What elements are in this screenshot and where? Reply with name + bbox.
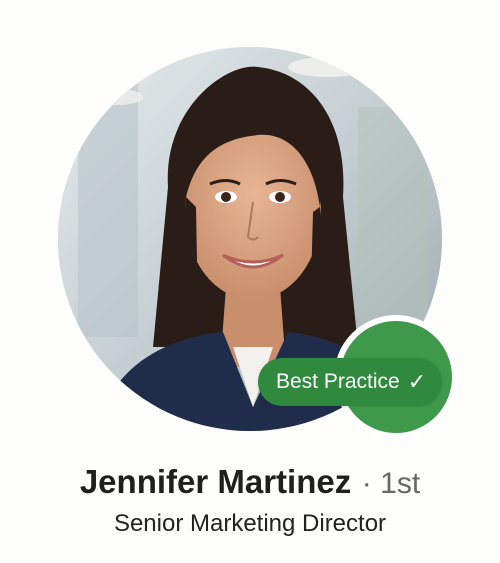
avatar-container: Best Practice ✓: [58, 47, 458, 439]
separator-dot: ·: [361, 467, 372, 500]
profile-headline: Senior Marketing Director: [113, 510, 387, 537]
profile-card: Best Practice ✓ Jennifer Martinez · 1st …: [0, 0, 500, 563]
profile-name[interactable]: Jennifer Martinez: [80, 463, 351, 500]
name-row: Jennifer Martinez · 1st: [0, 463, 500, 501]
check-icon: ✓: [407, 369, 427, 394]
connection-degree: 1st: [380, 467, 421, 500]
best-practice-badge[interactable]: Best Practice ✓: [258, 358, 443, 406]
badge-label: Best Practice: [276, 370, 400, 393]
